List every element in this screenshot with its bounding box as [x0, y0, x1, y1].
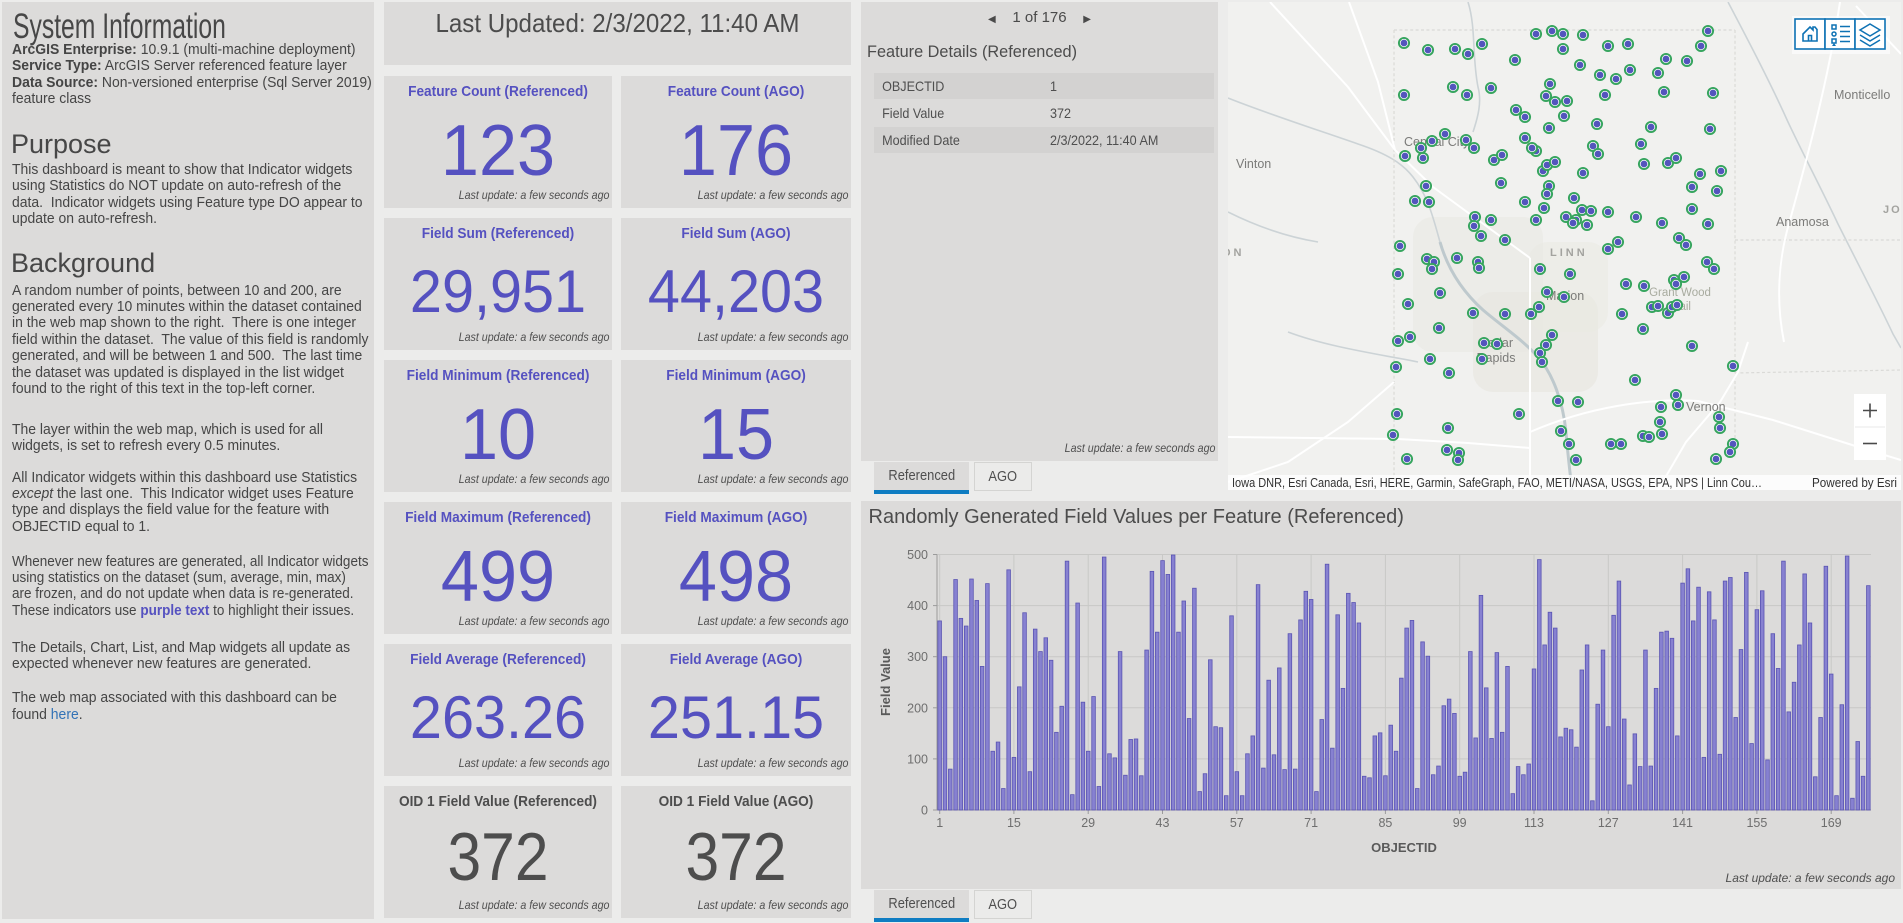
svg-text:1: 1: [936, 816, 943, 830]
svg-text:15: 15: [1007, 816, 1021, 830]
svg-text:0: 0: [921, 804, 928, 818]
svg-text:Anamosa: Anamosa: [1776, 215, 1829, 229]
svg-text:57: 57: [1230, 816, 1244, 830]
svg-text:LINN: LINN: [1550, 247, 1588, 259]
svg-text:71: 71: [1304, 816, 1318, 830]
svg-text:29: 29: [1081, 816, 1095, 830]
svg-text:200: 200: [907, 701, 928, 715]
svg-text:Last update: a few seconds ago: Last update: a few seconds ago: [1726, 871, 1896, 885]
svg-text:500: 500: [907, 548, 928, 562]
svg-text:ON: ON: [1228, 247, 1245, 259]
svg-text:Grant Wood: Grant Wood: [1649, 287, 1711, 299]
svg-text:43: 43: [1156, 816, 1170, 830]
svg-text:Randomly Generated Field Value: Randomly Generated Field Values per Feat…: [869, 506, 1404, 528]
svg-text:Powered by Esri: Powered by Esri: [1812, 476, 1897, 490]
svg-text:99: 99: [1453, 816, 1467, 830]
svg-text:85: 85: [1378, 816, 1392, 830]
svg-text:141: 141: [1672, 816, 1693, 830]
svg-text:300: 300: [907, 650, 928, 664]
svg-text:155: 155: [1746, 816, 1767, 830]
svg-text:Iowa DNR, Esri Canada, Esri, H: Iowa DNR, Esri Canada, Esri, HERE, Garmi…: [1232, 476, 1762, 490]
svg-text:JO: JO: [1883, 204, 1901, 216]
svg-text:169: 169: [1821, 816, 1842, 830]
svg-text:Field Value: Field Value: [878, 648, 893, 716]
svg-text:127: 127: [1598, 816, 1619, 830]
svg-text:OBJECTID: OBJECTID: [1371, 840, 1437, 855]
svg-text:100: 100: [907, 752, 928, 766]
svg-text:Monticello: Monticello: [1834, 88, 1890, 102]
svg-text:Vinton: Vinton: [1236, 157, 1271, 171]
svg-text:400: 400: [907, 599, 928, 613]
svg-text:113: 113: [1524, 816, 1544, 830]
